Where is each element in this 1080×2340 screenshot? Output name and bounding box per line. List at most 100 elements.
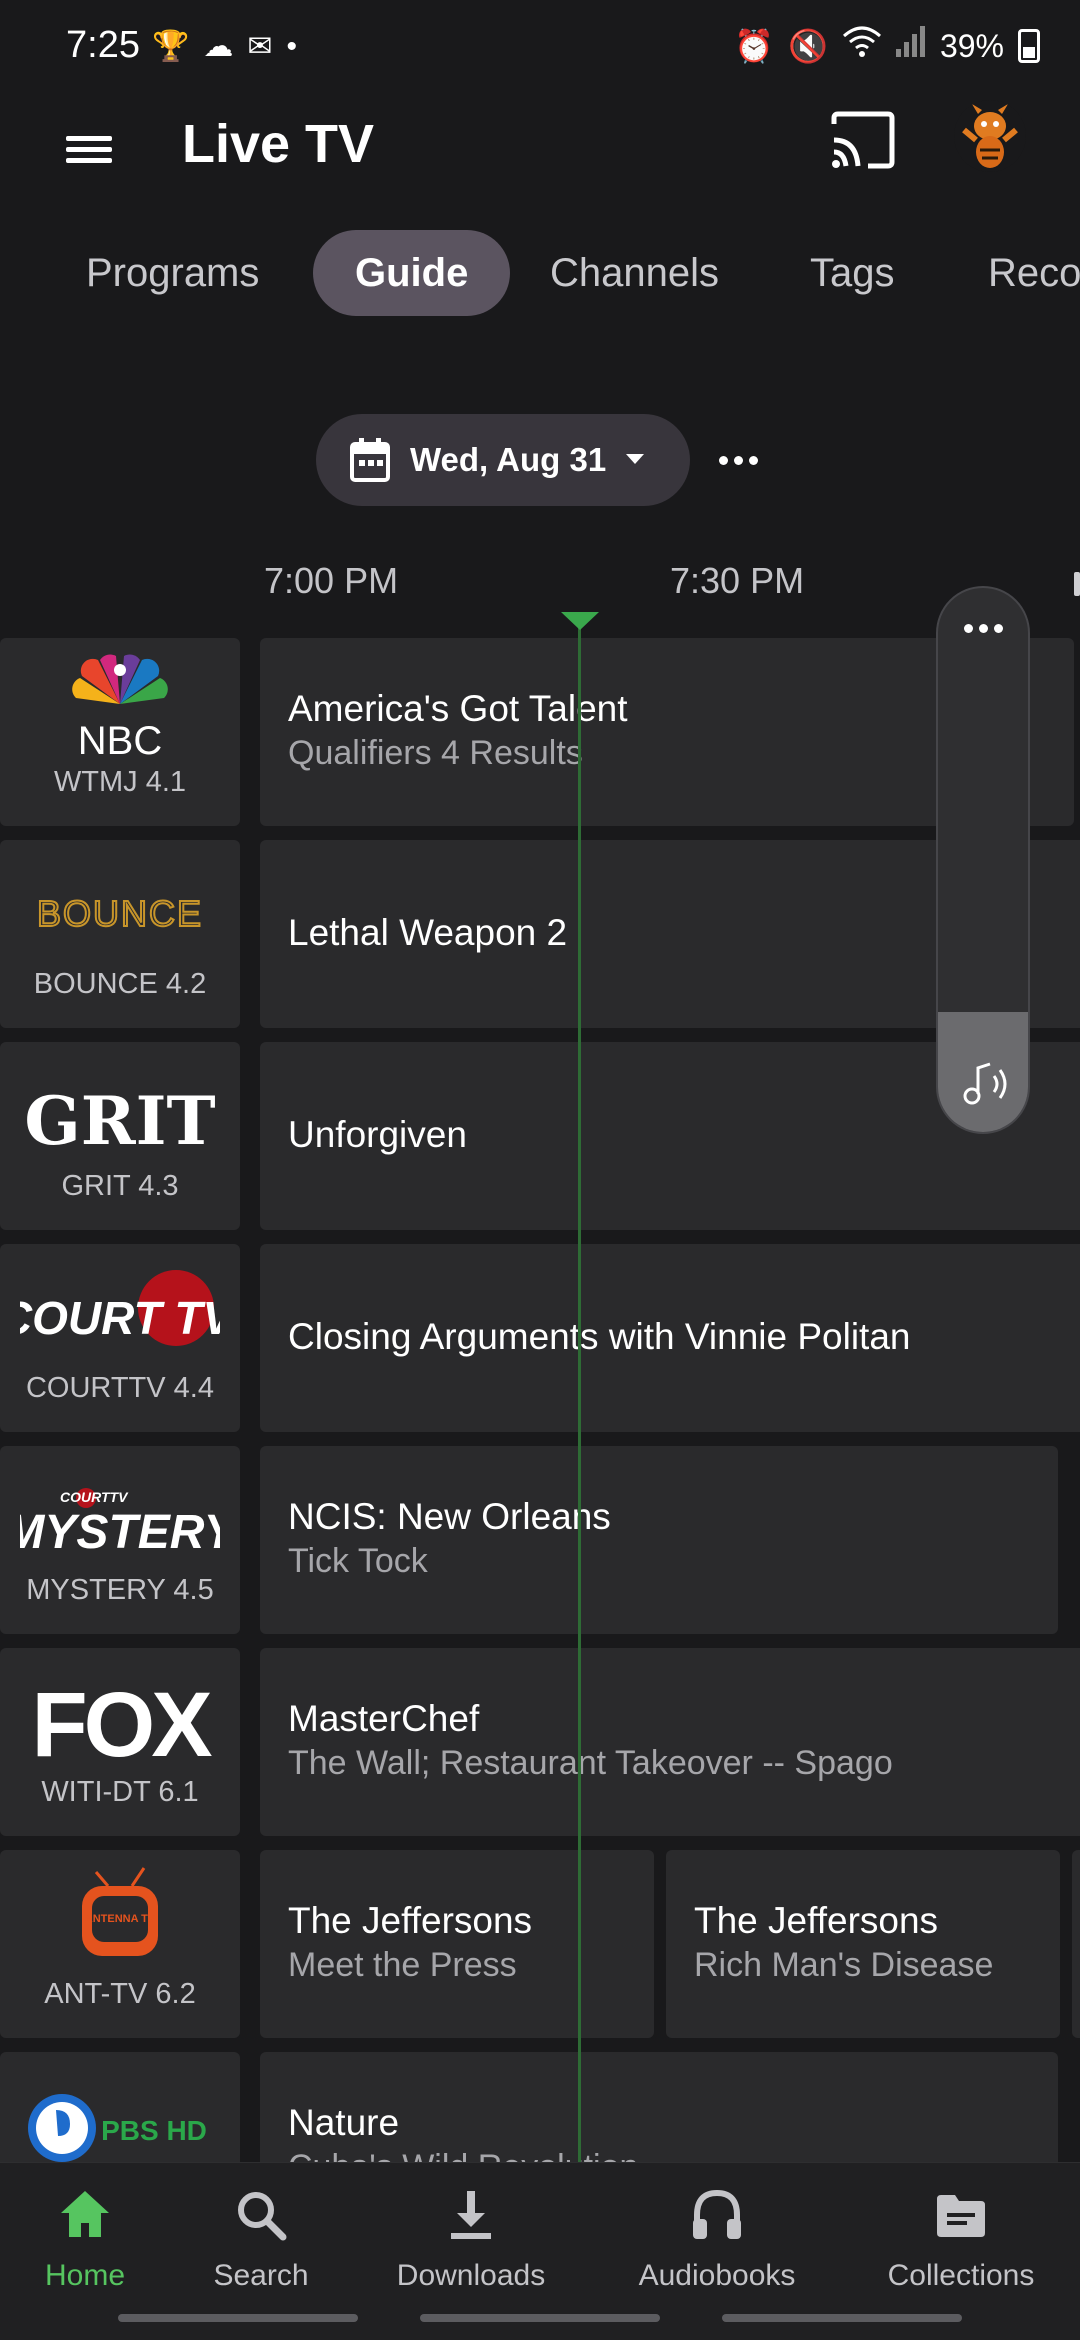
wifi-icon	[842, 24, 882, 67]
program-title: America's Got Talent	[288, 688, 628, 729]
mail-icon: ✉	[247, 30, 273, 63]
download-icon	[441, 2185, 501, 2245]
chevron-down-icon	[626, 454, 644, 464]
channel-row: FOX WITI-DT 6.1 MasterChef The Wall; Res…	[0, 1648, 1080, 1836]
alarm-icon: ⏰	[734, 27, 775, 64]
channel-number: COURTTV 4.4	[25, 1372, 214, 1404]
nav-label: Home	[44, 2259, 126, 2292]
channel-cell-pbs[interactable]: PBS HD	[0, 2052, 240, 2162]
channel-cell-bounce[interactable]: BOUNCE BOUNCE 4.2	[0, 840, 240, 1028]
channel-cell-antenna-tv[interactable]: ANTENNA TV ANT-TV 6.2	[0, 1850, 240, 2038]
tab-programs[interactable]: Programs	[44, 230, 301, 316]
nav-search[interactable]: Search	[176, 2163, 346, 2303]
gesture-bar-center[interactable]	[420, 2314, 660, 2322]
gesture-bar-right	[722, 2314, 962, 2322]
current-time-line	[578, 614, 581, 2164]
status-notification-icons: 🏆 ☁ ✉ •	[152, 28, 297, 66]
more-notifications-icon: •	[286, 30, 298, 63]
app-bar: Live TV	[0, 96, 1080, 236]
time-label-7-30: 7:30 PM	[670, 560, 805, 601]
channel-cell-grit[interactable]: GRIT GRIT 4.3	[0, 1042, 240, 1230]
program-title: Closing Arguments with Vinnie Politan	[288, 1316, 911, 1357]
pbs-logo: PBS HD	[20, 2066, 220, 2162]
program-title: NCIS: New Orleans	[288, 1496, 611, 1537]
status-system-icons: ⏰ 🔇 39%	[734, 24, 1040, 67]
channel-row: NBC WTMJ 4.1 America's Got Talent Qualif…	[0, 638, 1080, 826]
status-time: 7:25	[66, 24, 140, 66]
volume-slider[interactable]	[936, 586, 1030, 1134]
trophy-icon: 🏆	[152, 30, 190, 63]
courttv-logo-text: COURT TV	[20, 1292, 220, 1344]
nbc-logo: NBC	[20, 652, 220, 763]
time-label-7-00: 7:00 PM	[264, 560, 399, 601]
tab-recordings[interactable]: Reco	[946, 230, 1080, 316]
program-title: MasterChef	[288, 1698, 480, 1739]
tab-bar: Programs Guide Channels Tags Reco	[0, 230, 1080, 316]
program-cell[interactable]: The Jeffersons Meet the Press	[260, 1850, 654, 2038]
battery-icon	[1018, 28, 1040, 63]
channel-row: COURTTV MYSTERY MYSTERY 4.5 NCIS: New Or…	[0, 1446, 1080, 1634]
channel-number: WITI-DT 6.1	[41, 1776, 199, 1808]
program-title: Lethal Weapon 2	[288, 912, 568, 953]
fox-logo-text: FOX	[31, 1674, 212, 1772]
tab-tags[interactable]: Tags	[768, 230, 937, 316]
hamburger-menu-icon[interactable]	[58, 116, 122, 180]
mystery-logo: COURTTV MYSTERY	[4, 1460, 240, 1570]
channel-number: BOUNCE 4.2	[33, 968, 207, 1000]
bounce-logo: BOUNCE	[20, 854, 220, 964]
channel-row: ANTENNA TV ANT-TV 6.2 The Jeffersons Mee…	[0, 1850, 1080, 2038]
scroll-indicator	[1074, 572, 1080, 596]
volume-more-icon[interactable]	[938, 624, 1028, 633]
channel-cell-nbc[interactable]: NBC WTMJ 4.1	[0, 638, 240, 826]
channel-row: BOUNCE BOUNCE 4.2 Lethal Weapon 2	[0, 840, 1080, 1028]
mystery-logo-text: MYSTERY	[20, 1506, 220, 1559]
tab-channels[interactable]: Channels	[508, 230, 761, 316]
program-cell[interactable]: Nature Cuba's Wild Revolution	[260, 2052, 1058, 2162]
program-subtitle: Tick Tock	[288, 1542, 428, 1580]
channel-cell-mystery[interactable]: COURTTV MYSTERY MYSTERY 4.5	[0, 1446, 240, 1634]
nav-audiobooks[interactable]: Audiobooks	[632, 2163, 802, 2303]
date-label: Wed, Aug 31	[410, 441, 607, 478]
nav-downloads[interactable]: Downloads	[386, 2163, 556, 2303]
channel-number: WTMJ 4.1	[53, 766, 187, 798]
calendar-icon	[350, 438, 390, 482]
app-notification-icon: ☁	[203, 30, 234, 63]
nav-collections[interactable]: Collections	[876, 2163, 1046, 2303]
channel-cell-courttv[interactable]: COURT TV COURTTV 4.4	[0, 1244, 240, 1432]
fox-logo: FOX	[20, 1662, 220, 1776]
program-subtitle: Cuba's Wild Revolution	[288, 2148, 638, 2162]
nbc-logo-text: NBC	[78, 719, 162, 762]
current-time-marker	[561, 612, 599, 630]
nav-label: Search	[213, 2259, 309, 2292]
antenna-tv-logo-text: ANTENNA TV	[85, 1913, 156, 1925]
mystery-logo-small-text: COURTTV	[60, 1489, 129, 1505]
program-cell[interactable]: NCIS: New Orleans Tick Tock	[260, 1446, 1058, 1634]
search-icon	[231, 2185, 291, 2245]
program-title: The Jeffersons	[288, 1900, 533, 1941]
courttv-logo: COURT TV	[0, 1258, 236, 1368]
music-volume-icon	[960, 1058, 1012, 1110]
program-subtitle: The Wall; Restaurant Takeover -- Spago	[288, 1744, 893, 1782]
program-title: The Jeffersons	[694, 1900, 939, 1941]
program-cell[interactable]: MasterChef The Wall; Restaurant Takeover…	[260, 1648, 1080, 1836]
channel-row: PBS HD Nature Cuba's Wild Revolution	[0, 2052, 1080, 2162]
program-cell[interactable]: The Jeffersons Rich Man's Disease	[666, 1850, 1060, 2038]
pbs-logo-text: PBS HD	[101, 2115, 207, 2146]
tab-guide[interactable]: Guide	[313, 230, 511, 316]
program-cell[interactable]: Closing Arguments with Vinnie Politan	[260, 1244, 1080, 1432]
program-subtitle: Meet the Press	[288, 1946, 517, 1984]
nav-label: Downloads	[396, 2259, 546, 2292]
nav-home[interactable]: Home	[0, 2163, 170, 2303]
avatar[interactable]	[954, 100, 1026, 172]
program-title: Unforgiven	[288, 1114, 467, 1155]
channel-cell-fox[interactable]: FOX WITI-DT 6.1	[0, 1648, 240, 1836]
program-cell[interactable]	[1072, 1850, 1080, 2038]
cast-icon[interactable]	[828, 106, 898, 176]
grit-logo-text: GRIT	[24, 1082, 215, 1160]
date-selector[interactable]: Wed, Aug 31	[316, 414, 690, 506]
gesture-bar-left	[118, 2314, 358, 2322]
page-title: Live TV	[182, 114, 375, 174]
mute-icon: 🔇	[788, 27, 828, 64]
nav-label: Audiobooks	[638, 2259, 796, 2292]
more-options-icon[interactable]	[714, 436, 762, 484]
